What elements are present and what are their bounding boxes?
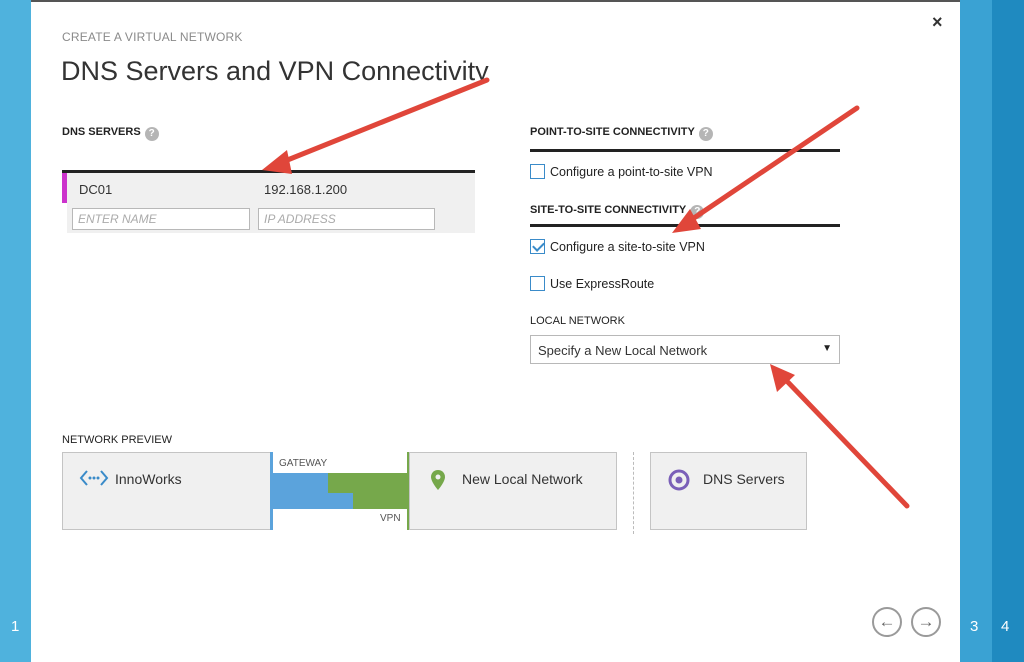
chevron-down-icon: ▼ [822,343,832,354]
help-icon[interactable]: ? [690,205,705,219]
vpn-label: VPN [380,513,401,524]
dns-name-input[interactable] [72,208,250,230]
next-button[interactable]: → [911,607,941,637]
annotation-arrow-dns [277,77,490,166]
help-icon[interactable]: ? [698,127,713,141]
gateway-vpn-graphic [273,473,407,509]
dns-servers-heading: DNS SERVERS? [62,126,159,141]
top-border [0,0,1024,2]
wizard-step-rail-right-4 [992,0,1024,662]
virtual-network-name: InnoWorks [115,471,182,487]
dns-server-ip: 192.168.1.200 [264,182,348,197]
annotation-arrow-site-to-site [685,105,860,225]
site-to-site-heading: SITE-TO-SITE CONNECTIVITY? [530,204,705,219]
expressroute-checkbox-label: Use ExpressRoute [550,277,655,291]
gateway-label: GATEWAY [279,458,328,469]
point-to-site-label: POINT-TO-SITE CONNECTIVITY [530,126,695,138]
site-to-site-checkbox-label: Configure a site-to-site VPN [550,240,705,254]
wizard-subtitle: CREATE A VIRTUAL NETWORK [62,30,243,44]
local-network-card: New Local Network [409,452,617,530]
network-preview-label: NETWORK PREVIEW [62,434,173,446]
divider [633,452,634,534]
help-icon[interactable]: ? [144,127,159,141]
dns-circle-icon [668,469,690,491]
dns-servers-card: DNS Servers [650,452,807,530]
local-network-select[interactable]: Specify a New Local Network ▼ [530,335,840,364]
dns-ip-input[interactable] [258,208,435,230]
dns-server-row[interactable]: DC01 192.168.1.200 [62,173,475,203]
wizard-step-rail-right-3 [960,0,992,662]
virtual-network-card: InnoWorks [62,452,271,530]
point-to-site-checkbox-label: Configure a point-to-site VPN [550,165,713,179]
close-button[interactable]: × [932,12,943,33]
local-network-label: LOCAL NETWORK [530,315,625,327]
site-to-site-label: SITE-TO-SITE CONNECTIVITY [530,204,687,216]
dns-servers-card-label: DNS Servers [703,471,785,487]
site-to-site-checkbox-row[interactable]: Configure a site-to-site VPN [530,239,705,254]
page-title: DNS Servers and VPN Connectivity [61,56,489,86]
divider [530,224,840,227]
point-to-site-checkbox-row[interactable]: Configure a point-to-site VPN [530,164,713,179]
map-pin-icon [431,470,445,490]
local-network-name: New Local Network [462,471,583,487]
dns-server-name: DC01 [79,182,113,197]
dns-servers-label: DNS SERVERS [62,126,141,138]
point-to-site-heading: POINT-TO-SITE CONNECTIVITY? [530,126,713,141]
annotation-arrowhead-local-network [770,364,795,392]
site-to-site-checkbox[interactable] [530,239,545,254]
divider [530,149,840,152]
point-to-site-checkbox[interactable] [530,164,545,179]
annotation-arrows [262,77,910,509]
back-button[interactable]: ← [872,607,902,637]
step-1-number[interactable]: 1 [11,618,19,635]
step-4-number[interactable]: 4 [1001,618,1009,635]
expressroute-checkbox-row[interactable]: Use ExpressRoute [530,276,654,291]
dns-new-entry-row [67,203,475,233]
wizard-step-rail-left [0,0,31,662]
step-3-number[interactable]: 3 [970,618,978,635]
dns-servers-table: DC01 192.168.1.200 [62,170,475,233]
expressroute-checkbox[interactable] [530,276,545,291]
network-brackets-icon [79,470,109,486]
local-network-selected-value: Specify a New Local Network [538,343,708,358]
